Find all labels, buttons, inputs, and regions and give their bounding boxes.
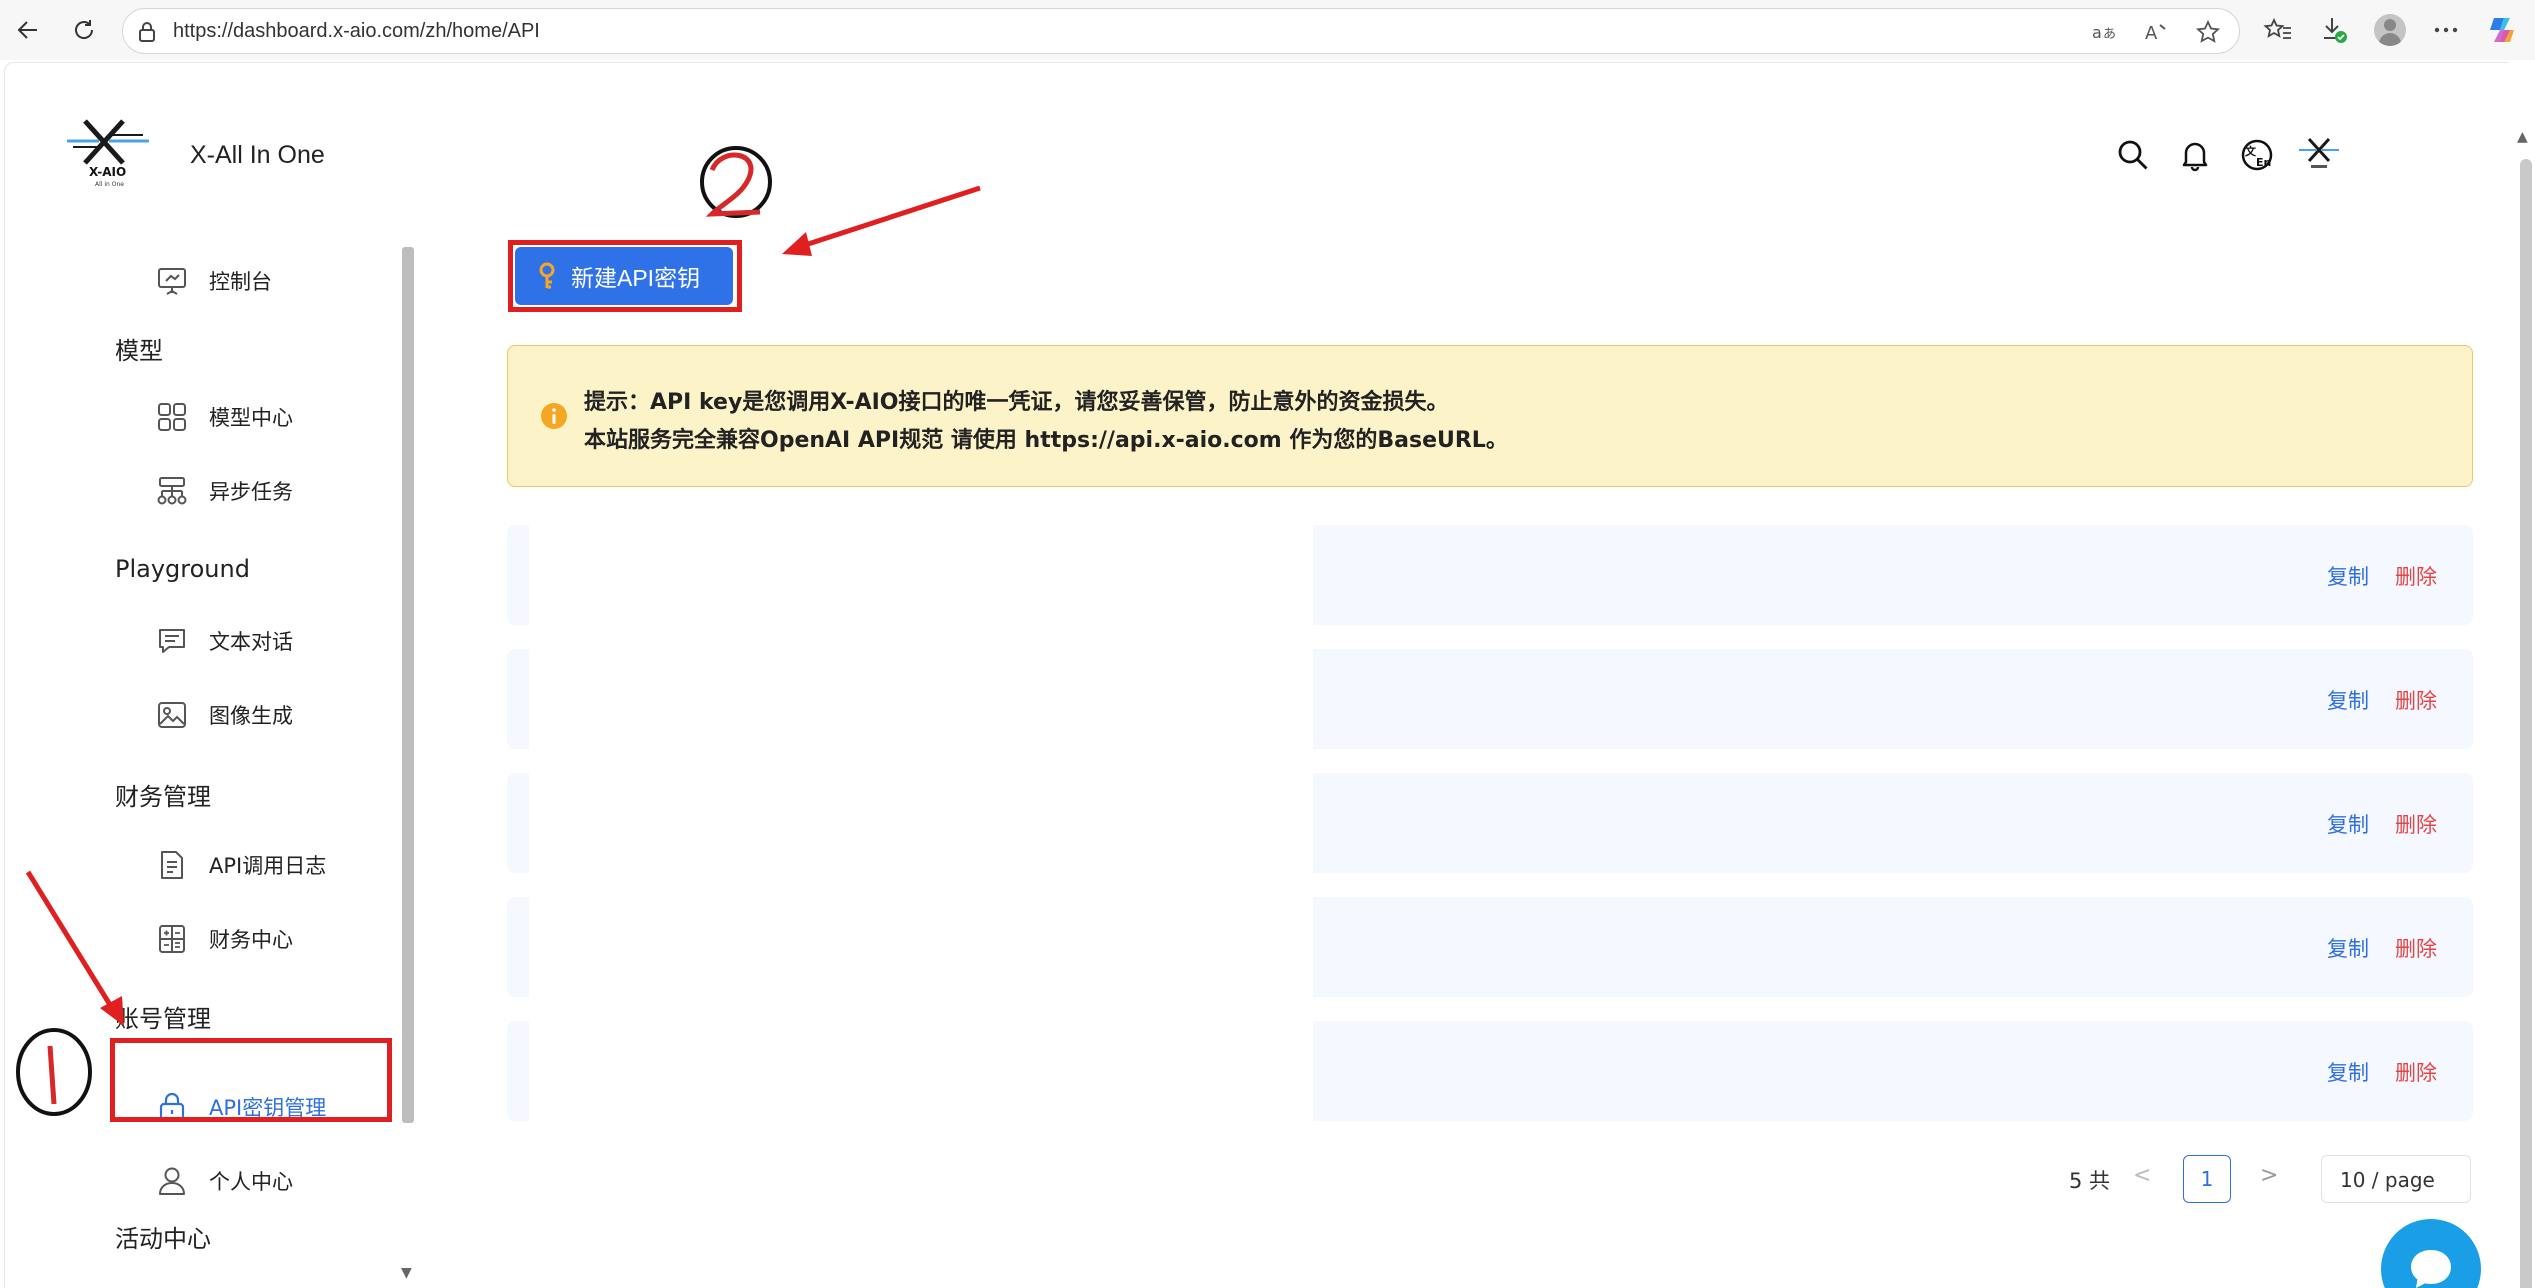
annotation-overlay — [16, 146, 981, 1116]
